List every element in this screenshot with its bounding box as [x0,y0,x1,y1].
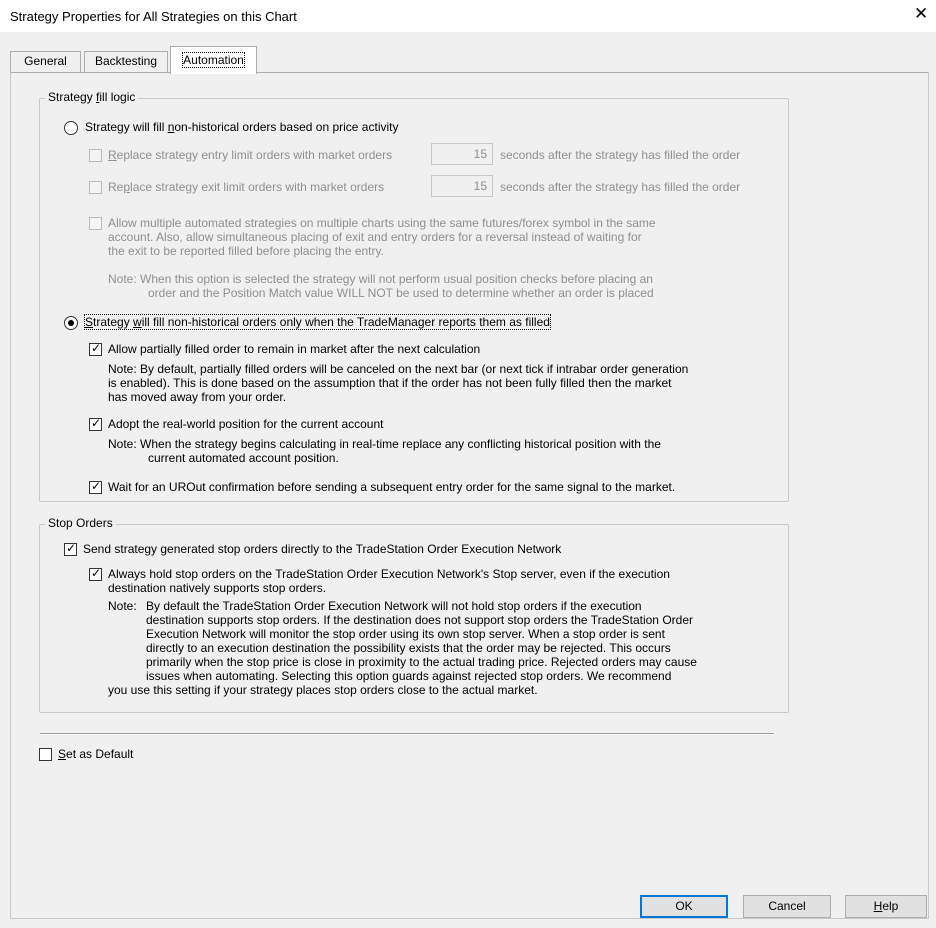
stop-orders-legend: Stop Orders [45,516,116,530]
check-icon: ✓ [66,541,77,555]
stop-note-line3: Execution Network will monitor the stop … [146,627,665,641]
radio-dot-icon [68,320,74,326]
allow-multiple-line3: the exit to be reported filled before pl… [108,244,384,258]
option1-note: Note: When this option is selected the s… [108,272,654,300]
tab-backtesting[interactable]: Backtesting [84,51,168,73]
replace-entry-checkbox[interactable] [89,149,102,162]
option1-note-line2: order and the Position Match value WILL … [148,286,654,300]
allow-partial-label: Allow partially filled order to remain i… [108,342,481,356]
check-icon: ✓ [91,416,102,430]
separator [40,733,774,735]
stop-note-prefix: Note: [108,599,137,613]
replace-entry-suffix: seconds after the strategy has filled th… [500,148,741,162]
allow-partial-note-line3: has moved away from your order. [108,390,287,404]
allow-partial-checkbox[interactable]: ✓ [89,341,102,356]
allow-partial-note-line2: is enabled). This is done based on the a… [108,376,672,390]
replace-entry-label: Replace strategy entry limit orders with… [108,148,393,162]
adopt-position-note: Note: When the strategy begins calculati… [108,437,661,465]
allow-multiple-checkbox[interactable] [89,217,102,230]
stop-note-line1: By default the TradeStation Order Execut… [146,599,642,613]
check-icon: ✓ [91,479,102,493]
replace-exit-suffix: seconds after the strategy has filled th… [500,180,741,194]
stop-note-line2: destination supports stop orders. If the… [146,613,693,627]
send-direct-checkbox[interactable]: ✓ [64,541,77,556]
adopt-position-note-line1: Note: When the strategy begins calculati… [108,437,661,451]
allow-partial-note: Note: By default, partially filled order… [108,362,688,404]
ok-button[interactable]: OK [640,895,728,918]
wait-urout-label: Wait for an UROut confirmation before se… [108,480,676,494]
replace-exit-label: Replace strategy exit limit orders with … [108,180,385,194]
radio-trademanager-label: Strategy will fill non-historical orders… [84,314,551,330]
check-icon: ✓ [91,566,102,580]
replace-exit-seconds-input[interactable]: 15 [431,175,493,197]
help-button[interactable]: Help [845,895,927,918]
tab-automation[interactable]: Automation [170,46,257,74]
allow-multiple-line2: account. Also, allow simultaneous placin… [108,230,642,244]
adopt-position-label: Adopt the real-world position for the cu… [108,417,384,431]
check-icon: ✓ [91,341,102,355]
replace-entry-seconds-input[interactable]: 15 [431,143,493,165]
stop-note: By default the TradeStation Order Execut… [108,599,697,697]
allow-multiple-line1: Allow multiple automated strategies on m… [108,216,656,230]
wait-urout-checkbox[interactable]: ✓ [89,479,102,494]
replace-exit-checkbox[interactable] [89,181,102,194]
radio-trademanager[interactable] [64,316,78,330]
window-title: Strategy Properties for All Strategies o… [10,9,297,24]
adopt-position-note-line2: current automated account position. [148,451,339,465]
option1-note-line1: Note: When this option is selected the s… [108,272,653,286]
cancel-button[interactable]: Cancel [743,895,831,918]
send-direct-label: Send strategy generated stop orders dire… [83,542,562,556]
set-default-checkbox[interactable] [39,748,52,761]
set-default-label: Set as Default [58,747,134,761]
radio-price-activity-label: Strategy will fill non-historical orders… [85,120,399,134]
allow-partial-note-line1: Note: By default, partially filled order… [108,362,689,376]
tab-general[interactable]: General [10,51,81,73]
always-hold-line1: Always hold stop orders on the TradeStat… [108,567,670,581]
stop-note-line7: you use this setting if your strategy pl… [108,683,538,697]
stop-note-line6: issues when automating. Selecting this o… [146,669,672,683]
always-hold-label: Always hold stop orders on the TradeStat… [108,567,670,595]
stop-note-line5: primarily when the stop price is close i… [146,655,697,669]
tab-automation-label: Automation [182,52,245,68]
allow-multiple-label: Allow multiple automated strategies on m… [108,216,656,258]
adopt-position-checkbox[interactable]: ✓ [89,416,102,431]
stop-note-line4: directly to an execution destination the… [146,641,671,655]
fill-logic-legend: Strategy fill logic [45,90,139,104]
always-hold-checkbox[interactable]: ✓ [89,566,102,581]
always-hold-line2: destination natively supports stop order… [108,581,327,595]
close-icon[interactable]: ✕ [914,4,928,24]
radio-price-activity[interactable] [64,121,78,135]
